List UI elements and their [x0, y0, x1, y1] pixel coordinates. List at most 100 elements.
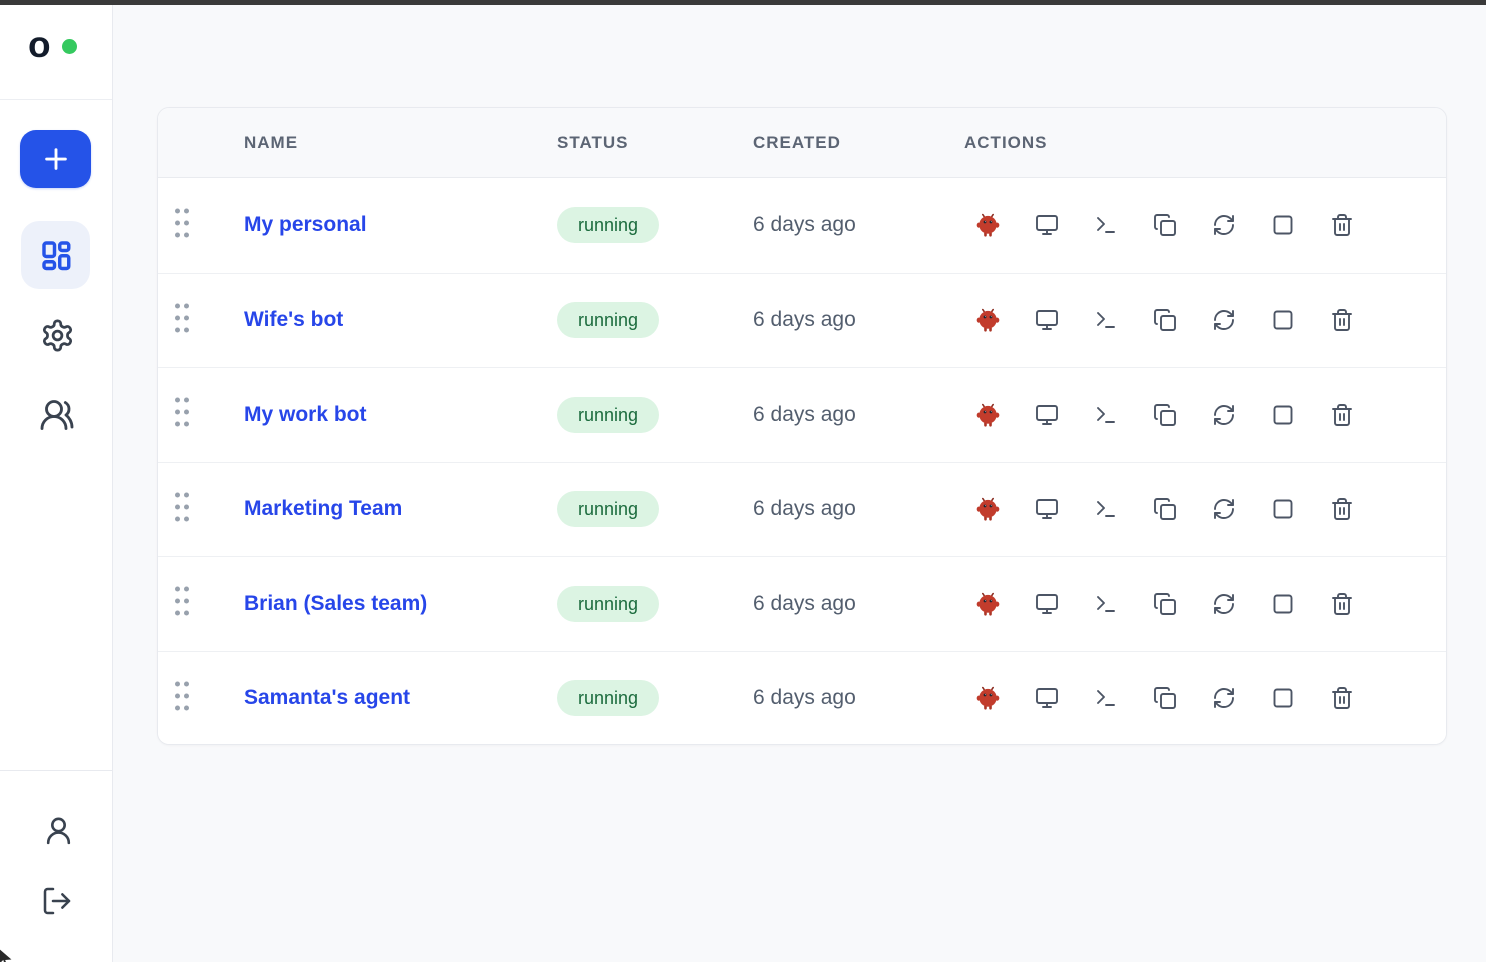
agent-name-link[interactable]: Wife's bot	[244, 308, 343, 331]
restart-button[interactable]	[1211, 495, 1237, 523]
delete-button[interactable]	[1329, 211, 1355, 239]
column-header-name: NAME	[244, 132, 299, 152]
column-header-actions: ACTIONS	[964, 132, 1048, 152]
copy-button[interactable]	[1152, 590, 1178, 618]
copy-button[interactable]	[1152, 495, 1178, 523]
monitor-icon	[1036, 593, 1058, 614]
stop-square-icon	[1273, 499, 1293, 519]
trash-icon	[1332, 592, 1352, 615]
status-badge: running	[557, 680, 660, 717]
stop-button[interactable]	[1270, 590, 1296, 618]
table-row: My work bot running 6 days ago	[158, 367, 1446, 462]
stop-button[interactable]	[1270, 495, 1296, 523]
online-status-dot	[62, 39, 77, 54]
bot-action-button[interactable]	[975, 401, 1001, 429]
copy-button[interactable]	[1152, 684, 1178, 712]
copy-icon	[1154, 687, 1176, 710]
row-actions	[964, 590, 1446, 618]
grip-dots-icon	[175, 303, 189, 333]
grip-dots-icon	[175, 681, 189, 711]
terminal-button[interactable]	[1093, 684, 1119, 712]
row-actions	[964, 401, 1446, 429]
drag-handle[interactable]	[173, 584, 191, 618]
bot-action-button[interactable]	[975, 684, 1001, 712]
copy-icon	[1154, 592, 1176, 615]
window-top-bar	[0, 0, 1486, 5]
new-agent-button[interactable]	[20, 130, 91, 188]
restart-button[interactable]	[1211, 306, 1237, 334]
stop-square-icon	[1273, 405, 1293, 425]
stop-button[interactable]	[1270, 306, 1296, 334]
row-actions	[964, 306, 1446, 334]
restart-button[interactable]	[1211, 684, 1237, 712]
bot-action-button[interactable]	[975, 590, 1001, 618]
table-row: Brian (Sales team) running 6 days ago	[158, 556, 1446, 651]
agent-name-link[interactable]: Samanta's agent	[244, 686, 410, 709]
sidebar-item-settings[interactable]	[33, 311, 81, 359]
terminal-icon	[1097, 312, 1115, 329]
stop-button[interactable]	[1270, 401, 1296, 429]
row-actions	[964, 211, 1446, 239]
stop-square-icon	[1273, 594, 1293, 614]
table-row: Marketing Team running 6 days ago	[158, 461, 1446, 556]
copy-button[interactable]	[1152, 306, 1178, 334]
status-badge: running	[557, 585, 660, 622]
agent-name-link[interactable]: Brian (Sales team)	[244, 592, 427, 615]
refresh-icon	[1214, 499, 1234, 520]
restart-button[interactable]	[1211, 211, 1237, 239]
bot-icon	[976, 592, 1000, 616]
terminal-button[interactable]	[1093, 306, 1119, 334]
bot-action-button[interactable]	[975, 211, 1001, 239]
monitor-icon	[1036, 310, 1058, 331]
stop-button[interactable]	[1270, 684, 1296, 712]
sidebar-item-profile[interactable]	[34, 806, 82, 854]
logo: o	[0, 0, 112, 100]
sidebar-item-dashboard[interactable]	[21, 221, 90, 289]
agent-name-link[interactable]: Marketing Team	[244, 497, 402, 520]
table-body: My personal running 6 days ago Wife's bo…	[158, 178, 1446, 744]
bot-action-button[interactable]	[975, 306, 1001, 334]
table-row: My personal running 6 days ago	[158, 178, 1446, 273]
view-screen-button[interactable]	[1034, 211, 1060, 239]
view-screen-button[interactable]	[1034, 495, 1060, 523]
delete-button[interactable]	[1329, 306, 1355, 334]
agent-name-link[interactable]: My personal	[244, 213, 367, 236]
grip-dots-icon	[175, 586, 189, 616]
view-screen-button[interactable]	[1034, 306, 1060, 334]
restart-button[interactable]	[1211, 590, 1237, 618]
terminal-button[interactable]	[1093, 495, 1119, 523]
terminal-icon	[1097, 595, 1115, 612]
terminal-button[interactable]	[1093, 590, 1119, 618]
drag-handle[interactable]	[173, 206, 191, 240]
drag-handle[interactable]	[173, 679, 191, 713]
restart-button[interactable]	[1211, 401, 1237, 429]
view-screen-button[interactable]	[1034, 684, 1060, 712]
drag-handle[interactable]	[173, 301, 191, 335]
sidebar-item-logout[interactable]	[33, 877, 81, 925]
delete-button[interactable]	[1329, 401, 1355, 429]
terminal-button[interactable]	[1093, 401, 1119, 429]
bot-icon	[976, 403, 1000, 427]
stop-button[interactable]	[1270, 211, 1296, 239]
drag-handle[interactable]	[173, 395, 191, 429]
view-screen-button[interactable]	[1034, 401, 1060, 429]
terminal-button[interactable]	[1093, 211, 1119, 239]
terminal-icon	[1097, 217, 1115, 234]
sidebar: o	[0, 0, 113, 962]
delete-button[interactable]	[1329, 590, 1355, 618]
copy-button[interactable]	[1152, 211, 1178, 239]
row-actions	[964, 684, 1446, 712]
agent-name-link[interactable]: My work bot	[244, 403, 367, 426]
copy-button[interactable]	[1152, 401, 1178, 429]
monitor-icon	[1036, 215, 1058, 236]
bot-action-button[interactable]	[975, 495, 1001, 523]
view-screen-button[interactable]	[1034, 590, 1060, 618]
monitor-icon	[1036, 499, 1058, 520]
refresh-icon	[1214, 593, 1234, 614]
table-row: Samanta's agent running 6 days ago	[158, 650, 1446, 744]
column-header-status: STATUS	[557, 132, 629, 152]
drag-handle[interactable]	[173, 490, 191, 524]
delete-button[interactable]	[1329, 495, 1355, 523]
sidebar-item-team[interactable]	[33, 391, 81, 439]
delete-button[interactable]	[1329, 684, 1355, 712]
